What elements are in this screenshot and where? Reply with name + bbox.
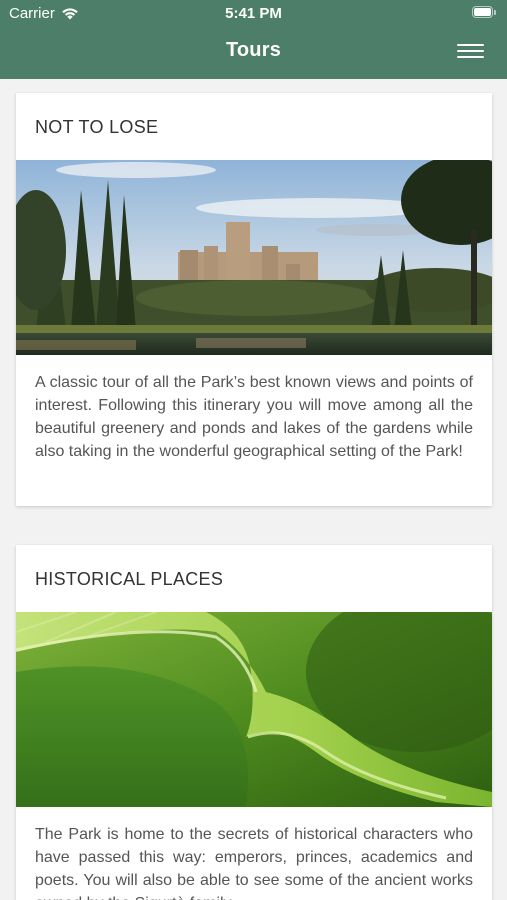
battery-icon bbox=[472, 6, 497, 20]
hamburger-menu-icon[interactable] bbox=[457, 42, 484, 60]
app-header: Carrier 5:41 PM Tours bbox=[0, 0, 507, 79]
castle-lake-photo bbox=[16, 160, 492, 355]
tour-card-title: HISTORICAL PLACES bbox=[35, 569, 224, 589]
status-time: 5:41 PM bbox=[225, 5, 282, 22]
leaf-photo bbox=[16, 612, 492, 807]
tour-card-description: A classic tour of all the Park’s best kn… bbox=[35, 374, 473, 460]
status-bar: Carrier 5:41 PM bbox=[0, 0, 507, 28]
page-title: Tours bbox=[225, 39, 282, 61]
tours-list[interactable]: NOT TO LOSE A classic tour of all the Pa… bbox=[0, 79, 507, 900]
tour-card-historical-places[interactable]: HISTORICAL PLACES The Park is home to th… bbox=[16, 545, 492, 900]
tour-card-title: NOT TO LOSE bbox=[35, 117, 159, 137]
tour-card-not-to-lose[interactable]: NOT TO LOSE A classic tour of all the Pa… bbox=[16, 93, 492, 506]
tour-card-description: The Park is home to the secrets of histo… bbox=[35, 826, 473, 900]
